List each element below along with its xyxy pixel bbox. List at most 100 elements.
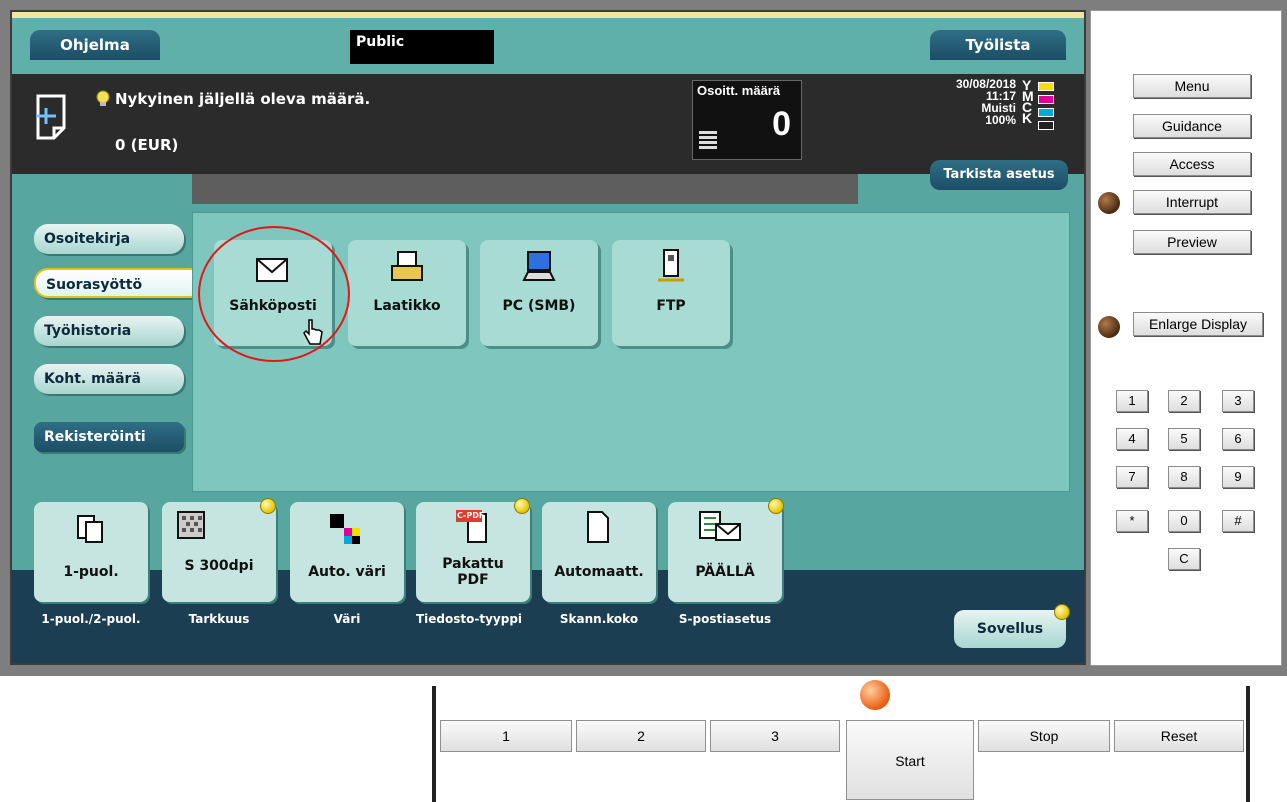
keypad-star[interactable]: *	[1116, 510, 1148, 532]
pdf-file-icon: C-PDF	[454, 508, 494, 546]
side-rekisterointi[interactable]: Rekisteröinti	[34, 422, 184, 452]
email-indicator-dot	[768, 498, 784, 514]
destination-pc-smb-label: PC (SMB)	[502, 298, 576, 314]
access-button[interactable]: Access	[1133, 152, 1251, 176]
setting-email-value: PÄÄLLÄ	[695, 564, 755, 580]
tab-ohjelma[interactable]: Ohjelma	[30, 30, 160, 60]
toner-bar-y	[1038, 82, 1054, 91]
keypad-7[interactable]: 7	[1116, 466, 1148, 488]
color-icon	[328, 512, 362, 546]
keypad-3[interactable]: 3	[1222, 390, 1254, 412]
top-strip	[12, 12, 1084, 18]
reset-button[interactable]: Reset	[1114, 720, 1244, 752]
highlight-circle	[198, 226, 350, 362]
remaining-label: Nykyinen jäljellä oleva määrä.	[115, 90, 371, 108]
setting-color[interactable]: Auto. väri	[290, 502, 404, 602]
ftp-server-icon	[658, 248, 684, 284]
toner-letters: Y M C K	[1022, 78, 1034, 126]
keypad-hash[interactable]: #	[1222, 510, 1254, 532]
hand-cursor-icon	[302, 318, 324, 348]
keypad-6[interactable]: 6	[1222, 428, 1254, 450]
touch-screen: Ohjelma Public Työlista Nykyinen jäljell…	[10, 10, 1086, 665]
interrupt-led	[1098, 192, 1120, 214]
destination-pc-smb[interactable]: PC (SMB)	[480, 240, 598, 346]
side-suorasyotto[interactable]: Suorasyöttö	[34, 268, 204, 298]
bottom-bar-left-edge	[432, 686, 436, 802]
enlarge-display-button[interactable]: Enlarge Display	[1133, 312, 1263, 336]
side-tyohistoria[interactable]: Työhistoria	[34, 316, 184, 346]
toner-k: K	[1022, 110, 1033, 126]
keypad-clear[interactable]: C	[1168, 548, 1200, 570]
pc-icon	[522, 250, 556, 284]
setting-duplex[interactable]: 1-puol.	[34, 502, 148, 602]
pdf-badge-text: C-PDF	[457, 511, 485, 520]
file-type-indicator-dot	[514, 498, 530, 514]
start-button[interactable]: Start	[846, 720, 974, 800]
setting-scan-size-value: Automaatt.	[554, 564, 644, 580]
resolution-icon	[176, 510, 206, 540]
toner-bar-c	[1038, 108, 1054, 117]
guidance-button[interactable]: Guidance	[1133, 114, 1251, 138]
address-count-value: 0	[772, 105, 791, 143]
destination-input-bar[interactable]	[192, 174, 858, 204]
box-icon	[390, 250, 424, 284]
setting-resolution[interactable]: S 300dpi	[162, 502, 276, 602]
toner-bar-m	[1038, 95, 1054, 104]
destination-box-label: Laatikko	[373, 298, 441, 314]
memory-value: 100%	[985, 113, 1016, 127]
public-box[interactable]: Public	[350, 30, 494, 64]
keypad-4[interactable]: 4	[1116, 428, 1148, 450]
setting-duplex-value: 1-puol.	[63, 564, 119, 580]
keypad-0[interactable]: 0	[1168, 510, 1200, 532]
account-icon	[34, 92, 72, 142]
email-settings-icon	[698, 510, 746, 544]
preview-button[interactable]: Preview	[1133, 230, 1251, 254]
lightbulb-icon	[94, 90, 112, 108]
setting-duplex-label: 1-puol./2-puol.	[41, 612, 141, 626]
side-osoitekirja[interactable]: Osoitekirja	[34, 224, 184, 254]
check-settings-button[interactable]: Tarkista asetus	[930, 160, 1068, 190]
bottom-button-1[interactable]: 1	[440, 720, 572, 752]
keypad-8[interactable]: 8	[1168, 466, 1200, 488]
setting-resolution-label: Tarkkuus	[188, 612, 250, 626]
bottom-button-2[interactable]: 2	[576, 720, 706, 752]
setting-email-label: S-postiasetus	[678, 612, 772, 626]
keypad-5[interactable]: 5	[1168, 428, 1200, 450]
keypad-2[interactable]: 2	[1168, 390, 1200, 412]
enlarge-led	[1098, 316, 1120, 338]
setting-file-type[interactable]: C-PDF Pakattu PDF	[416, 502, 530, 602]
setting-color-label: Väri	[333, 612, 361, 626]
destination-box[interactable]: Laatikko	[348, 240, 466, 346]
remaining-value: 0 (EUR)	[115, 136, 179, 154]
status-block: 30/08/2018 11:17 Muisti 100%	[920, 78, 1016, 126]
setting-scan-size[interactable]: Automaatt.	[542, 502, 656, 602]
destination-ftp[interactable]: FTP	[612, 240, 730, 346]
address-count-label: Osoitt. määrä	[697, 83, 781, 98]
menu-button[interactable]: Menu	[1133, 74, 1251, 98]
setting-file-type-value: Pakattu PDF	[442, 556, 504, 588]
toner-level-bars	[1038, 82, 1054, 130]
keypad-9[interactable]: 9	[1222, 466, 1254, 488]
sovellus-button[interactable]: Sovellus	[954, 610, 1066, 648]
setting-scan-size-label: Skann.koko	[559, 612, 639, 626]
interrupt-button[interactable]: Interrupt	[1133, 190, 1251, 214]
side-koht-maara[interactable]: Koht. määrä	[34, 364, 184, 394]
setting-email[interactable]: PÄÄLLÄ	[668, 502, 782, 602]
bottom-bar-right-edge	[1246, 686, 1250, 802]
sovellus-indicator-dot	[1054, 604, 1070, 620]
stop-button[interactable]: Stop	[978, 720, 1110, 752]
start-led	[860, 680, 890, 710]
tab-tyolista[interactable]: Työlista	[930, 30, 1066, 60]
toner-bar-k	[1038, 121, 1054, 130]
resolution-indicator-dot	[260, 498, 276, 514]
list-icon	[699, 131, 717, 153]
page-icon	[586, 510, 610, 544]
setting-resolution-value: S 300dpi	[184, 558, 254, 574]
bottom-button-3[interactable]: 3	[710, 720, 840, 752]
keypad-1[interactable]: 1	[1116, 390, 1148, 412]
setting-color-value: Auto. väri	[308, 564, 386, 580]
duplex-icon	[76, 514, 106, 544]
top-bar	[12, 12, 1084, 74]
address-count-box: Osoitt. määrä 0	[692, 80, 802, 160]
destination-ftp-label: FTP	[656, 298, 686, 314]
